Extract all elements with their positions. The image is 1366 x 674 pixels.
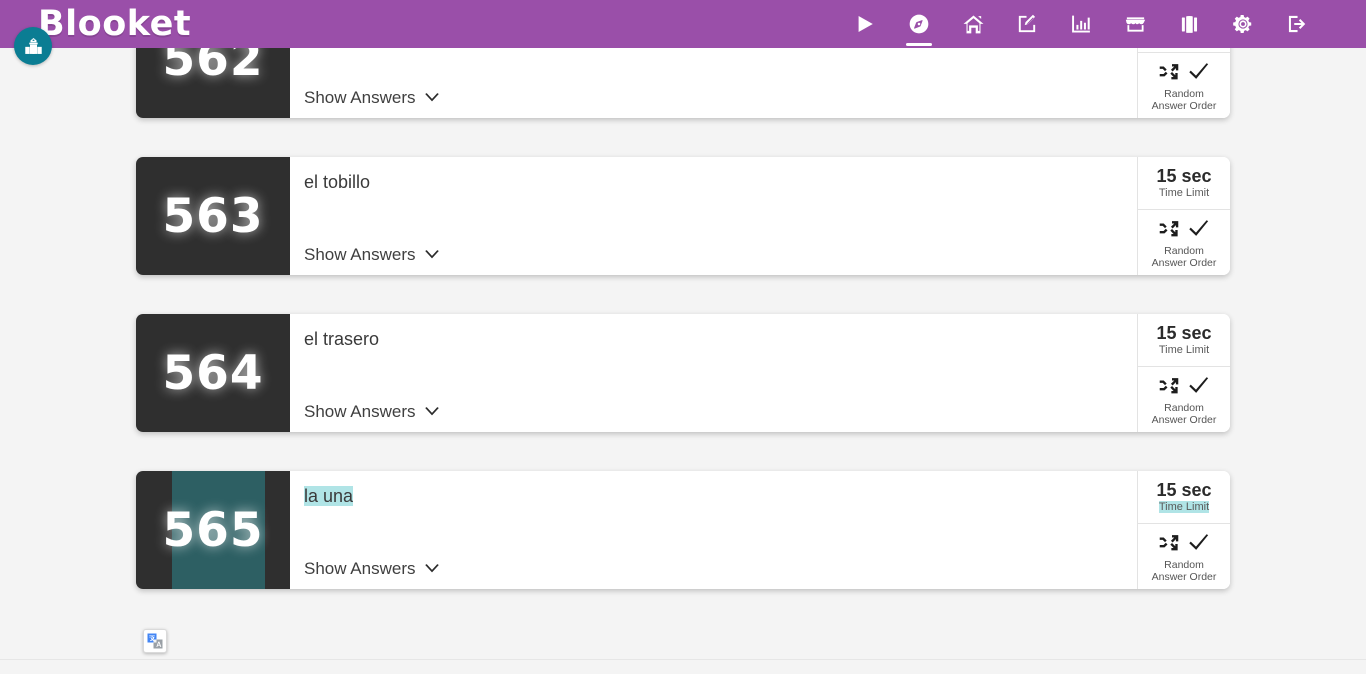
- time-limit-label: Time Limit: [1158, 343, 1210, 356]
- random-order-icons: [1159, 533, 1210, 556]
- question-text: el tobillo: [304, 172, 371, 192]
- question-number: 565: [162, 502, 264, 558]
- show-answers-label: Show Answers: [304, 88, 416, 107]
- question-card-list: 562el talonShow Answers15 secTime LimitR…: [136, 0, 1230, 628]
- random-answer-order-section[interactable]: Random Answer Order: [1138, 53, 1230, 118]
- school-building-glyph: [24, 37, 42, 54]
- random-order-icons: [1159, 62, 1210, 85]
- random-label-line1: Random: [1164, 87, 1204, 100]
- time-limit-label: Time Limit: [1158, 186, 1210, 199]
- shuffle-icon: [1159, 220, 1179, 242]
- random-answer-order-label: Random Answer Order: [1152, 402, 1217, 427]
- show-answers-toggle[interactable]: Show Answers: [304, 88, 440, 108]
- random-answer-order-label: Random Answer Order: [1152, 245, 1217, 270]
- show-answers-label: Show Answers: [304, 402, 416, 421]
- question-body: el trasero Show Answers: [290, 314, 1138, 432]
- random-answer-order-label: Random Answer Order: [1152, 559, 1217, 584]
- chevron-down-icon: [424, 406, 440, 418]
- random-label-line2: Answer Order: [1151, 257, 1217, 269]
- question-settings-panel: 15 secTime Limit RandomAnswer Order: [1138, 471, 1230, 589]
- shuffle-icon: [1159, 377, 1179, 399]
- nav-home-icon[interactable]: [946, 0, 1000, 48]
- market-store-icon: [1125, 16, 1145, 32]
- google-translate-glyph: [147, 633, 163, 649]
- blooket-logo[interactable]: Blooket: [38, 6, 191, 42]
- google-translate-icon[interactable]: [143, 629, 167, 653]
- nav-market-store-icon[interactable]: [1108, 0, 1162, 48]
- question-list-page: 562el talonShow Answers15 secTime LimitR…: [0, 0, 1366, 659]
- create-edit-icon: [1018, 14, 1036, 33]
- time-limit-value: 15 sec: [1156, 480, 1212, 501]
- logout-icon: [1288, 15, 1306, 33]
- nav-logout-icon[interactable]: [1270, 0, 1324, 48]
- question-text: el trasero: [304, 329, 380, 349]
- chevron-down-icon: [424, 249, 440, 261]
- show-answers-label: Show Answers: [304, 559, 416, 578]
- time-limit-section[interactable]: 15 secTime Limit: [1138, 314, 1230, 367]
- show-answers-label: Show Answers: [304, 245, 416, 264]
- settings-gear-icon: [1233, 15, 1252, 33]
- time-limit-section[interactable]: 15 secTime Limit: [1138, 471, 1230, 524]
- nav-discover-compass-icon[interactable]: [892, 0, 946, 48]
- nav-blooks-briefcase-icon[interactable]: [1162, 0, 1216, 48]
- check-icon: [1188, 533, 1210, 556]
- nav-create-edit-icon[interactable]: [1000, 0, 1054, 48]
- question-number-block: 564: [136, 314, 290, 432]
- show-answers-toggle[interactable]: Show Answers: [304, 559, 440, 579]
- time-limit-label: Time Limit: [1158, 500, 1210, 513]
- random-label-line1: Random: [1164, 558, 1204, 571]
- chevron-down-icon: [424, 563, 440, 575]
- question-body: la una Show Answers: [290, 471, 1138, 589]
- shuffle-icon: [1159, 63, 1179, 85]
- top-navigation-bar: Blooket: [0, 0, 1366, 48]
- question-settings-panel: 15 secTime Limit RandomAnswer Order: [1138, 157, 1230, 275]
- question-text: la una: [304, 486, 354, 506]
- time-limit-section[interactable]: 15 secTime Limit: [1138, 157, 1230, 210]
- question-number: 563: [162, 188, 264, 244]
- nav-settings-gear-icon[interactable]: [1216, 0, 1270, 48]
- random-answer-order-label: Random Answer Order: [1152, 88, 1217, 113]
- random-order-icons: [1159, 219, 1210, 242]
- check-icon: [1188, 219, 1210, 242]
- check-icon: [1188, 62, 1210, 85]
- random-label-line2: Answer Order: [1151, 100, 1217, 112]
- play-icon: [858, 16, 873, 32]
- bottom-bar: [0, 659, 1366, 674]
- question-number-block: 563: [136, 157, 290, 275]
- nav-stats-chart-icon[interactable]: [1054, 0, 1108, 48]
- show-answers-toggle[interactable]: Show Answers: [304, 245, 440, 265]
- question-number: 564: [162, 345, 264, 401]
- time-limit-value: 15 sec: [1156, 166, 1212, 187]
- random-answer-order-section[interactable]: Random Answer Order: [1138, 524, 1230, 589]
- random-label-line1: Random: [1164, 244, 1204, 257]
- stats-chart-icon: [1072, 15, 1090, 33]
- random-label-line2: Answer Order: [1151, 414, 1217, 426]
- show-answers-toggle[interactable]: Show Answers: [304, 402, 440, 422]
- random-answer-order-section[interactable]: Random Answer Order: [1138, 367, 1230, 432]
- random-label-line2: Answer Order: [1151, 571, 1217, 583]
- chevron-down-icon: [424, 92, 440, 104]
- check-icon: [1188, 376, 1210, 399]
- school-badge-icon[interactable]: [14, 27, 52, 65]
- random-label-line1: Random: [1164, 401, 1204, 414]
- time-limit-value: 15 sec: [1156, 323, 1212, 344]
- home-icon: [963, 14, 983, 33]
- nav-icon-group: [838, 0, 1324, 48]
- question-card[interactable]: 564 el trasero Show Answers 15 sec Time Limi…: [136, 314, 1230, 432]
- question-number-block: 565: [136, 471, 290, 589]
- blooks-briefcase-icon: [1181, 15, 1197, 33]
- question-settings-panel: 15 secTime Limit RandomAnswer Order: [1138, 314, 1230, 432]
- question-card[interactable]: 563 el tobillo Show Answers 15 sec Time Limi…: [136, 157, 1230, 275]
- nav-play-icon[interactable]: [838, 0, 892, 48]
- random-answer-order-section[interactable]: Random Answer Order: [1138, 210, 1230, 275]
- question-body: el tobillo Show Answers: [290, 157, 1138, 275]
- shuffle-icon: [1159, 534, 1179, 556]
- discover-compass-icon: [909, 14, 929, 34]
- random-order-icons: [1159, 376, 1210, 399]
- question-card[interactable]: 565 la una Show Answers 15 sec Time Limit Ran…: [136, 471, 1230, 589]
